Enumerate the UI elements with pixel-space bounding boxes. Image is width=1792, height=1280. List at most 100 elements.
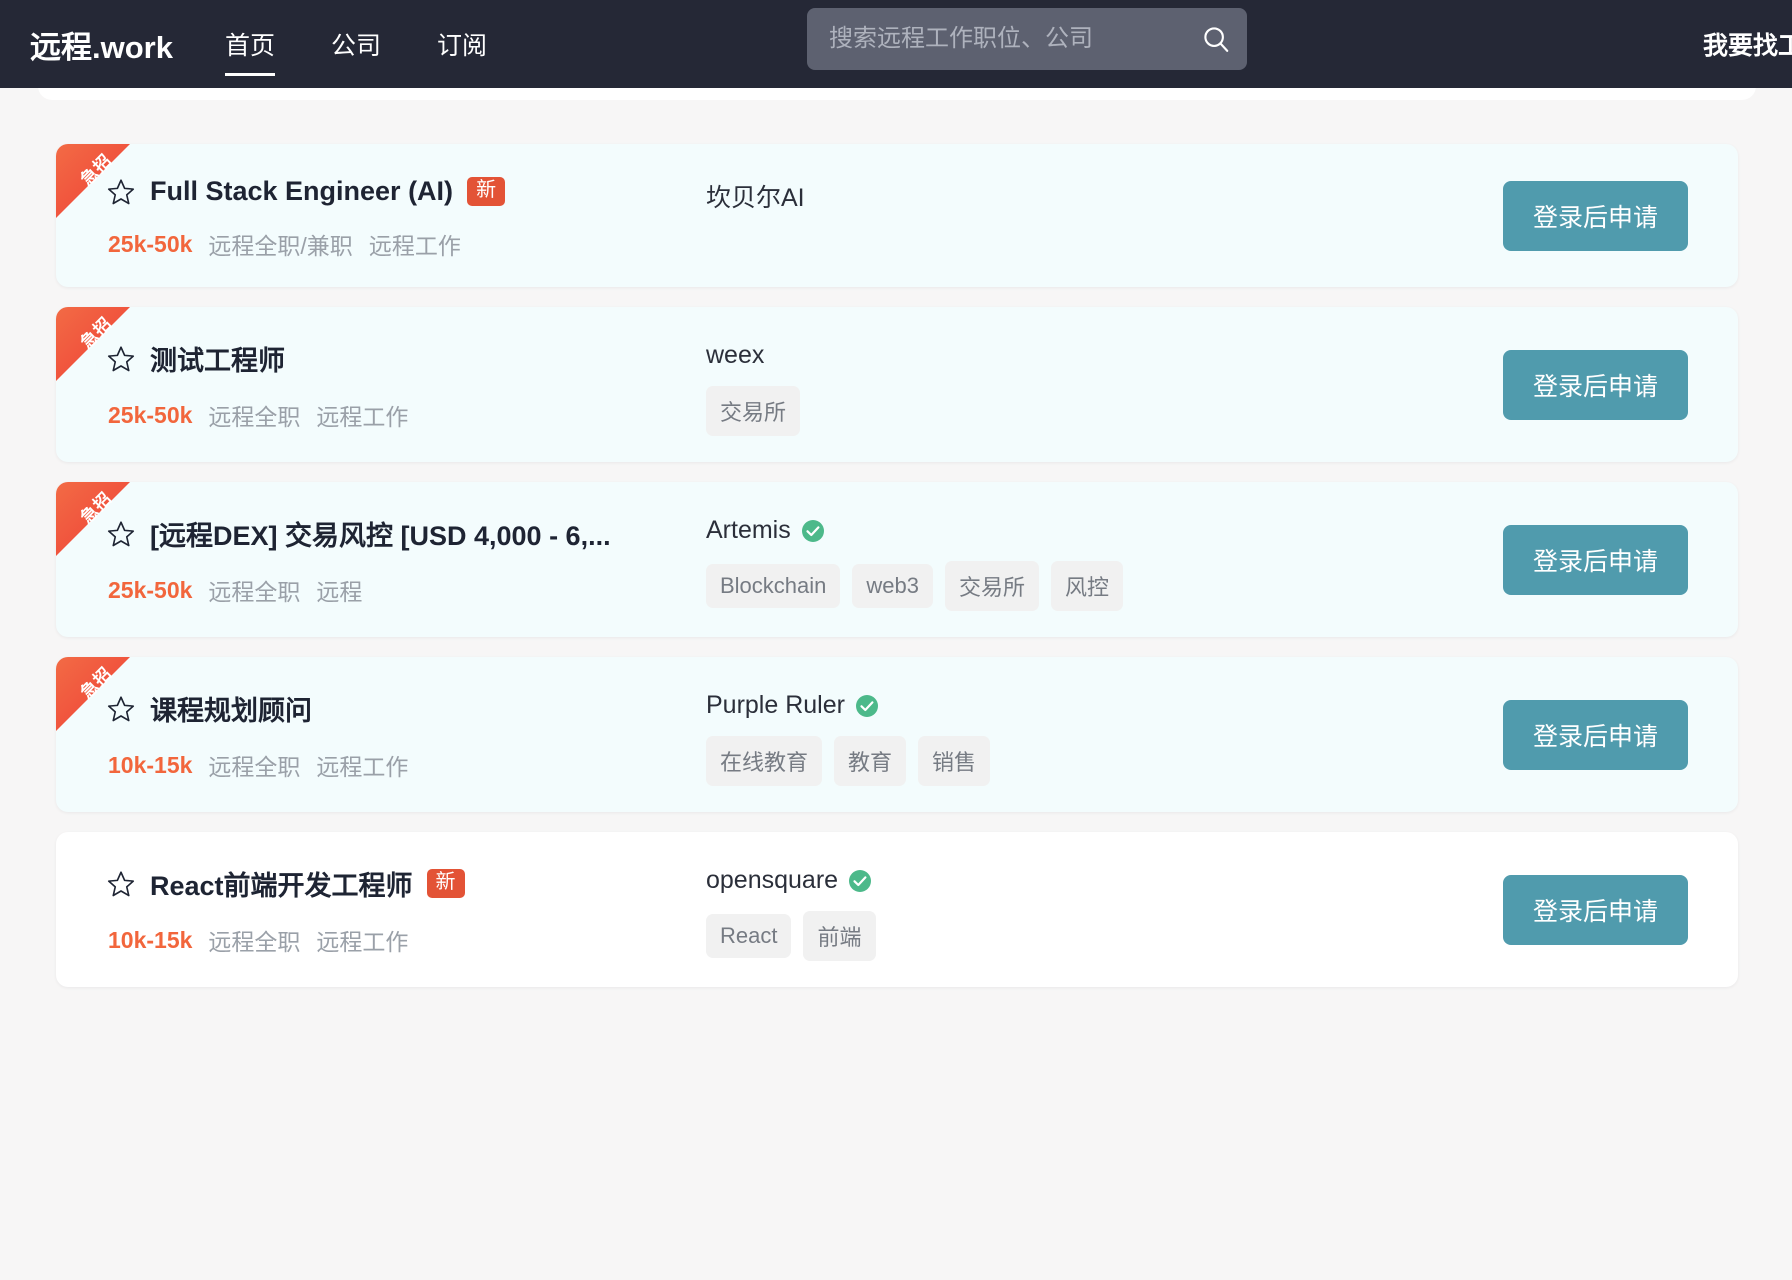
company-row: weex [706,341,1503,370]
job-card[interactable]: 急招 测试工程师 25k-50k 远程全职 远程工作 weex 交易所 登录后申… [56,307,1738,462]
job-location: 远程工作 [316,754,409,780]
apply-button[interactable]: 登录后申请 [1502,699,1688,770]
site-logo[interactable]: 远程.work [30,22,173,67]
company-tag-row: 交易所 [706,386,1503,436]
nav-item-subscribe[interactable]: 订阅 [437,0,487,88]
company-tag-row: React 前端 [706,911,1503,961]
job-card-action: 登录后申请 [1502,524,1738,595]
job-card-company: Artemis Blockchain web3 交易所 风控 [706,508,1503,611]
company-tag[interactable]: web3 [852,564,933,608]
company-name[interactable]: opensquare [706,866,838,895]
job-title-row: Full Stack Engineer (AI) 新 [106,176,706,207]
company-tag-row: 在线教育 教育 销售 [706,736,1503,786]
company-row: Artemis [706,516,1503,545]
job-type: 远程全职 [208,579,301,605]
company-tag[interactable]: 前端 [803,911,876,961]
company-tag[interactable]: Blockchain [706,564,841,608]
job-title-row: 测试工程师 [106,339,706,378]
job-type: 远程全职 [208,754,301,780]
job-location: 远程工作 [316,404,409,430]
star-icon[interactable] [106,694,136,724]
job-title[interactable]: React前端开发工程师 [150,864,413,903]
job-salary: 25k-50k [108,576,193,603]
star-icon[interactable] [106,177,136,207]
company-tag[interactable]: 教育 [834,736,907,786]
job-title-row: [远程DEX] 交易风控 [USD 4,000 - 6,... [106,514,706,553]
job-card[interactable]: 急招 Full Stack Engineer (AI) 新 25k-50k 远程… [56,144,1738,287]
job-card[interactable]: 急招 [远程DEX] 交易风控 [USD 4,000 - 6,... 25k-5… [56,482,1738,637]
job-list: 急招 Full Stack Engineer (AI) 新 25k-50k 远程… [0,88,1792,1280]
company-row: Purple Ruler [706,691,1503,720]
job-salary: 25k-50k [108,401,193,428]
apply-button[interactable]: 登录后申请 [1502,180,1688,251]
job-type: 远程全职 [208,404,301,430]
job-title[interactable]: [远程DEX] 交易风控 [USD 4,000 - 6,... [150,514,611,553]
verified-badge-icon [855,694,879,718]
job-card[interactable]: React前端开发工程师 新 10k-15k 远程全职 远程工作 opensqu… [56,832,1738,987]
job-card-company: opensquare React 前端 [706,858,1503,961]
apply-button[interactable]: 登录后申请 [1502,524,1688,595]
job-card-action: 登录后申请 [1502,349,1738,420]
job-card-main: [远程DEX] 交易风控 [USD 4,000 - 6,... 25k-50k … [56,508,706,607]
job-title-row: React前端开发工程师 新 [106,864,706,903]
nav-item-home[interactable]: 首页 [224,0,275,88]
company-tag[interactable]: 交易所 [944,561,1039,611]
apply-button[interactable]: 登录后申请 [1502,349,1688,420]
job-card-main: Full Stack Engineer (AI) 新 25k-50k 远程全职/… [56,170,706,261]
apply-button[interactable]: 登录后申请 [1502,874,1688,945]
job-card-company: weex 交易所 [706,333,1503,436]
company-tag[interactable]: React [706,914,792,958]
company-name[interactable]: Purple Ruler [706,691,845,720]
job-card-action: 登录后申请 [1502,874,1738,945]
job-location: 远程工作 [368,233,461,259]
new-badge: 新 [426,869,465,898]
company-tag[interactable]: 风控 [1051,561,1124,611]
top-navbar: 远程.work 首页 公司 订阅 我要找工作 [0,0,1792,88]
search-icon[interactable] [1185,8,1247,70]
job-card-action: 登录后申请 [1502,180,1738,251]
verified-badge-icon [848,869,872,893]
company-name[interactable]: 坎贝尔AI [706,178,805,214]
job-type: 远程全职 [208,929,301,955]
job-card[interactable]: 急招 课程规划顾问 10k-15k 远程全职 远程工作 Purple Ruler [56,657,1738,812]
search-bar [807,8,1247,70]
job-card-main: 测试工程师 25k-50k 远程全职 远程工作 [56,333,706,432]
company-name[interactable]: weex [706,341,764,370]
job-meta-row: 25k-50k 远程全职 远程 [108,573,706,607]
job-salary: 10k-15k [108,926,193,953]
job-card-main: 课程规划顾问 10k-15k 远程全职 远程工作 [56,683,706,782]
company-tag-row: Blockchain web3 交易所 风控 [706,561,1503,611]
search-input[interactable] [807,24,1185,54]
star-icon[interactable] [106,519,136,549]
job-card-action: 登录后申请 [1502,699,1738,770]
job-salary: 10k-15k [108,751,193,778]
company-tag[interactable]: 交易所 [706,386,801,436]
job-card-company: Purple Ruler 在线教育 教育 销售 [706,683,1503,786]
job-meta-row: 25k-50k 远程全职 远程工作 [108,398,706,432]
nav-right-group: 我要找工作 [1703,0,1792,88]
primary-nav: 首页 公司 订阅 [224,0,543,88]
nav-item-companies[interactable]: 公司 [331,0,381,88]
verified-badge-icon [801,519,825,543]
job-salary: 25k-50k [108,230,193,257]
job-title[interactable]: 测试工程师 [150,339,285,378]
job-meta-row: 10k-15k 远程全职 远程工作 [108,923,706,957]
star-icon[interactable] [106,869,136,899]
company-name[interactable]: Artemis [706,516,791,545]
star-icon[interactable] [106,344,136,374]
job-location: 远程 [316,579,363,605]
company-row: 坎贝尔AI [706,178,1503,214]
job-type: 远程全职/兼职 [208,233,353,259]
job-meta-row: 10k-15k 远程全职 远程工作 [108,748,706,782]
company-tag[interactable]: 销售 [918,736,991,786]
company-tag[interactable]: 在线教育 [706,736,823,786]
job-title[interactable]: Full Stack Engineer (AI) [150,176,453,207]
job-title-row: 课程规划顾问 [106,689,706,728]
company-row: opensquare [706,866,1503,895]
new-badge: 新 [467,177,506,206]
job-card-main: React前端开发工程师 新 10k-15k 远程全职 远程工作 [56,858,706,957]
find-jobs-button[interactable]: 我要找工作 [1703,26,1792,62]
job-location: 远程工作 [316,929,409,955]
job-title[interactable]: 课程规划顾问 [150,689,312,728]
job-card-company: 坎贝尔AI [706,170,1503,230]
